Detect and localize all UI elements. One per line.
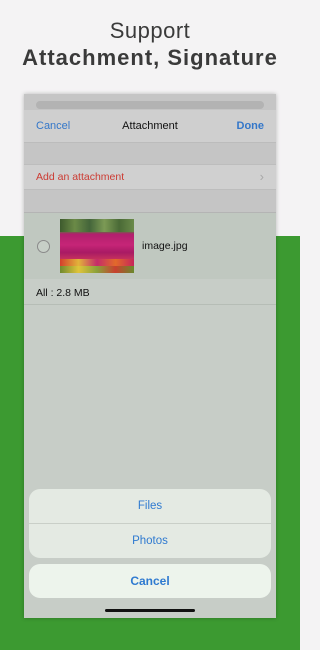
thumbnail-foliage-band <box>60 266 134 273</box>
add-attachment-label: Add an attachment <box>36 171 125 183</box>
action-photos-button[interactable]: Photos <box>29 524 271 558</box>
phone-screen: Cancel Attachment Done Add an attachment… <box>24 94 276 618</box>
promo-line-support: Support <box>109 18 191 43</box>
attachment-filename: image.jpg <box>142 240 188 252</box>
promo-line-features: Attachment, Signature <box>22 45 278 70</box>
promo-heading: Support Attachment, Signature <box>0 18 300 72</box>
attachment-thumbnail-image <box>60 219 134 273</box>
thumbnail-trees <box>60 219 134 232</box>
action-files-button[interactable]: Files <box>29 489 271 524</box>
action-sheet-group: Files Photos <box>29 489 271 558</box>
select-radio[interactable] <box>37 240 50 253</box>
navigation-bar: Cancel Attachment Done <box>24 110 276 143</box>
attachment-row[interactable]: image.jpg <box>24 212 276 279</box>
home-indicator <box>105 609 195 612</box>
chevron-right-icon: › <box>259 169 264 184</box>
total-size-label: All : 2.8 MB <box>36 287 90 299</box>
add-attachment-row[interactable]: Add an attachment › <box>24 164 276 190</box>
thumbnail-flowers-band <box>60 259 134 266</box>
list-divider <box>24 304 276 305</box>
nav-done-button[interactable]: Done <box>237 120 265 132</box>
action-cancel-button[interactable]: Cancel <box>29 564 271 598</box>
sheet-grabber <box>36 101 264 109</box>
